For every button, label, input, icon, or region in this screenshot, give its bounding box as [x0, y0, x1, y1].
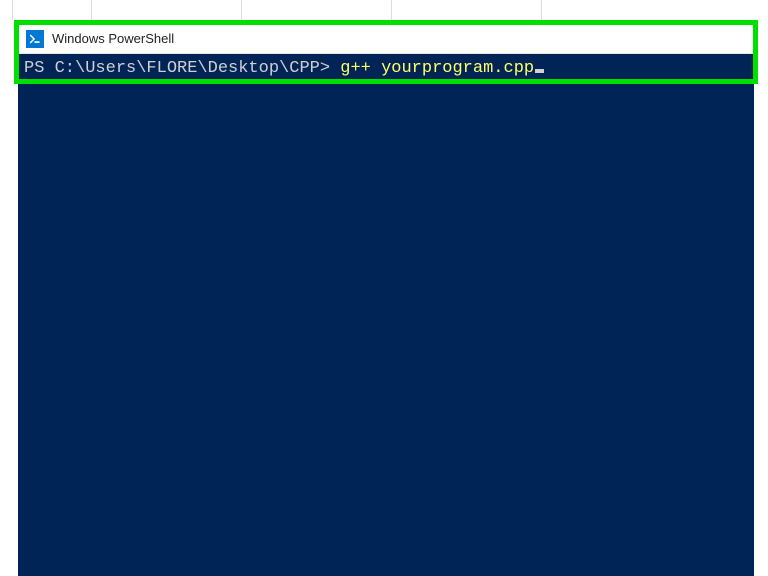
terminal-prompt: PS C:\Users\FLORE\Desktop\CPP> — [24, 58, 340, 80]
terminal-cursor — [535, 69, 544, 73]
tab-ghost — [242, 0, 392, 20]
powershell-window: Windows PowerShell PS C:\Users\FLORE\Des… — [18, 24, 754, 576]
tab-ghost — [92, 0, 242, 20]
window-title-bar[interactable]: Windows PowerShell — [18, 24, 754, 54]
tab-ghost — [12, 0, 92, 20]
terminal-command: g++ yourprogram.cpp — [340, 58, 534, 80]
powershell-icon — [26, 30, 44, 48]
terminal-area[interactable]: PS C:\Users\FLORE\Desktop\CPP> g++ yourp… — [18, 54, 754, 576]
tab-ghost — [392, 0, 542, 20]
window-title: Windows PowerShell — [52, 31, 174, 46]
background-tab-strip — [0, 0, 768, 20]
terminal-line: PS C:\Users\FLORE\Desktop\CPP> g++ yourp… — [24, 58, 748, 80]
